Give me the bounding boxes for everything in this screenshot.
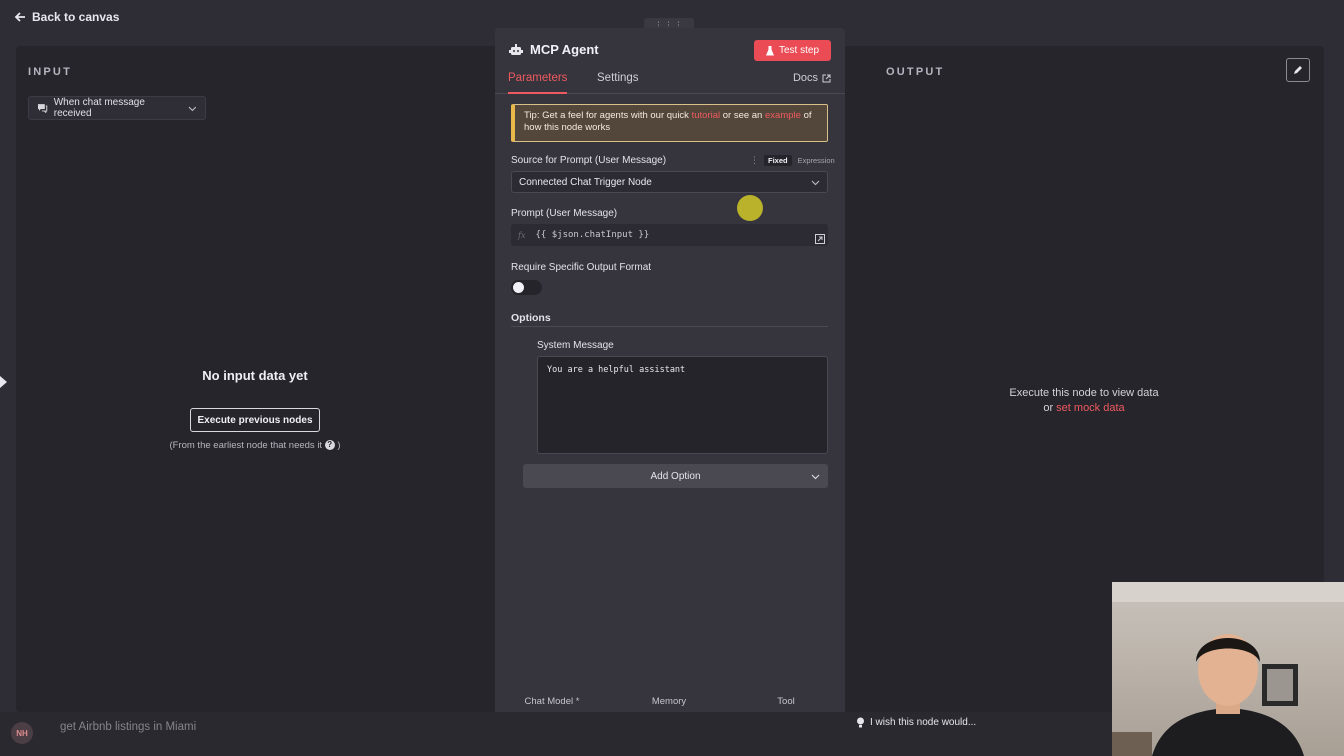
pencil-icon <box>1294 66 1302 74</box>
docs-link[interactable]: Docs <box>793 72 831 84</box>
presenter-video <box>1112 582 1344 756</box>
fixed-expression-toggle: ⋮ Fixed Expression <box>750 154 838 166</box>
output-format-label: Require Specific Output Format <box>511 262 652 273</box>
toggle-knob <box>513 282 524 293</box>
output-panel-title: OUTPUT <box>886 66 945 78</box>
tip-example-link[interactable]: example <box>765 110 801 121</box>
lightbulb-icon <box>857 717 864 728</box>
back-to-canvas-link[interactable]: Back to canvas <box>14 10 119 24</box>
tab-settings[interactable]: Settings <box>597 72 639 94</box>
edit-output-button[interactable] <box>1286 58 1310 82</box>
source-prompt-label: Source for Prompt (User Message) <box>511 155 667 166</box>
input-panel-title: INPUT <box>28 66 72 78</box>
set-mock-data-link[interactable]: set mock data <box>1056 402 1124 414</box>
avatar[interactable]: NH <box>11 722 33 744</box>
output-message-line: Execute this node to view data <box>1009 387 1159 399</box>
chevron-down-icon <box>811 180 820 185</box>
prompt-label: Prompt (User Message) <box>511 208 618 219</box>
chat-model-label: Chat Model * <box>524 696 580 707</box>
output-empty-message: Execute this node to view data or set mo… <box>944 386 1224 416</box>
fx-icon: fx <box>518 230 526 240</box>
options-title: Options <box>511 312 551 324</box>
execute-note: (From the earliest node that needs it ? … <box>16 440 494 451</box>
mode-fixed-option[interactable]: Fixed <box>764 154 792 166</box>
cursor-highlight <box>737 195 763 221</box>
tool-label: Tool <box>777 696 795 707</box>
node-tabs: Parameters Settings Docs <box>495 72 845 94</box>
system-message-textarea[interactable]: You are a helpful assistant <box>537 356 828 454</box>
execute-previous-nodes-button[interactable]: Execute previous nodes <box>190 408 320 432</box>
source-prompt-select[interactable]: Connected Chat Trigger Node <box>511 171 828 193</box>
tip-banner: Tip: Get a feel for agents with our quic… <box>511 104 828 142</box>
chat-input[interactable] <box>60 717 460 737</box>
system-message-label: System Message <box>537 340 614 351</box>
memory-label: Memory <box>651 696 687 707</box>
expand-icon[interactable] <box>815 234 825 244</box>
tab-parameters[interactable]: Parameters <box>508 72 568 94</box>
input-panel: INPUT When chat message received No inpu… <box>16 46 496 712</box>
prompt-expression-input[interactable]: fx {{ $json.chatInput }} <box>511 224 828 246</box>
robot-icon <box>509 43 523 55</box>
input-trigger-label: When chat message received <box>53 97 145 119</box>
node-settings-panel: MCP Agent Test step Parameters Settings … <box>495 28 845 756</box>
feedback-text: I wish this node would... <box>870 717 977 728</box>
add-option-label: Add Option <box>650 470 701 482</box>
feedback-link[interactable]: I wish this node would... <box>856 717 976 728</box>
back-to-canvas-label: Back to canvas <box>32 10 120 24</box>
output-format-toggle[interactable] <box>511 280 542 295</box>
prompt-expression-value: {{ $json.chatInput }} <box>535 230 650 240</box>
source-prompt-value: Connected Chat Trigger Node <box>519 176 652 188</box>
webcam-overlay <box>1112 582 1344 756</box>
field-menu-icon[interactable]: ⋮ <box>750 155 759 166</box>
output-message-or: or <box>1043 402 1054 414</box>
chevron-down-icon <box>811 474 820 480</box>
tip-text-middle: or see an <box>722 110 763 121</box>
node-title: MCP Agent <box>530 42 599 57</box>
flask-icon <box>765 45 774 55</box>
mode-expression-option[interactable]: Expression <box>795 155 838 166</box>
add-option-button[interactable]: Add Option <box>523 464 828 488</box>
chevron-down-icon <box>188 106 197 111</box>
options-divider <box>511 326 828 327</box>
execute-note-text: (From the earliest node that needs it <box>169 440 323 451</box>
docs-label: Docs <box>792 72 818 84</box>
test-step-label: Test step <box>778 45 820 56</box>
tip-tutorial-link[interactable]: tutorial <box>692 110 721 121</box>
chat-icon <box>37 104 48 113</box>
side-drag-icon[interactable] <box>0 372 10 390</box>
execute-note-close: ) <box>337 440 341 451</box>
tip-text-prefix: Tip: Get a feel for agents with our quic… <box>524 110 689 121</box>
arrow-left-icon <box>14 12 25 22</box>
no-input-title: No input data yet <box>202 368 308 383</box>
node-header: MCP Agent <box>509 42 599 57</box>
external-link-icon <box>822 74 831 82</box>
test-step-button[interactable]: Test step <box>754 40 831 61</box>
input-trigger-select[interactable]: When chat message received <box>28 96 206 120</box>
help-icon[interactable]: ? <box>324 440 335 451</box>
